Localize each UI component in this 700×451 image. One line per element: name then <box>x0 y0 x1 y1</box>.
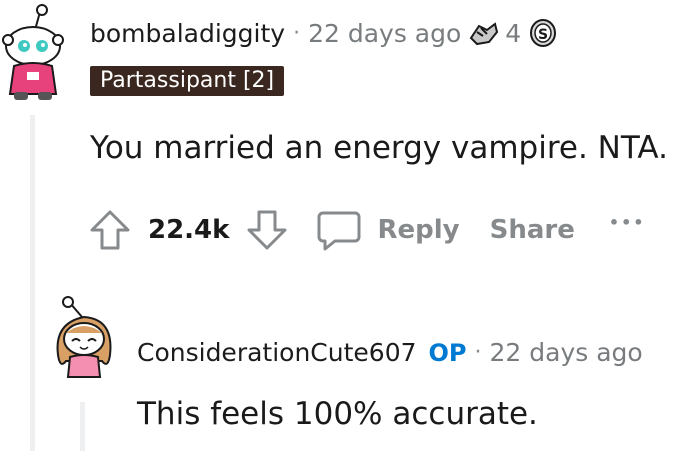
reply-timestamp[interactable]: 22 days ago <box>490 338 643 367</box>
svg-text:S: S <box>538 27 548 43</box>
more-options-button[interactable]: ••• <box>609 213 646 232</box>
silver-award-icon[interactable]: S <box>529 18 557 48</box>
thread-line-reply[interactable] <box>80 402 85 451</box>
thread-line-main[interactable] <box>30 115 35 451</box>
upvote-icon[interactable] <box>86 206 134 254</box>
share-button[interactable]: Share <box>490 215 575 245</box>
comment-thread: bombaladiggity · 22 days ago 4 S Partass… <box>0 0 700 451</box>
comment-meta: bombaladiggity · 22 days ago 4 S <box>90 18 557 48</box>
comment-body: You married an energy vampire. NTA. <box>90 130 668 166</box>
comment-username[interactable]: bombaladiggity <box>90 19 285 48</box>
snoo-avatar-icon <box>2 4 64 100</box>
reply-label: Reply <box>377 215 460 245</box>
award-icon[interactable] <box>467 18 501 48</box>
downvote-icon[interactable] <box>243 206 291 254</box>
separator-dot: · <box>474 340 482 365</box>
reply-body: This feels 100% accurate. <box>137 396 538 432</box>
snoo-girl-avatar-icon <box>56 296 112 378</box>
comment-actions: 22.4k Reply Share ••• <box>86 206 646 254</box>
vote-score: 22.4k <box>148 215 230 245</box>
separator-dot: · <box>293 20 301 46</box>
reply-avatar[interactable] <box>50 295 120 385</box>
comment-bubble-icon <box>317 211 361 251</box>
user-flair: Partassipant [2] <box>90 66 285 96</box>
reply-meta: ConsiderationCute607 OP · 22 days ago <box>137 338 643 367</box>
reply-button[interactable]: Reply <box>315 207 460 253</box>
reply-username[interactable]: ConsiderationCute607 <box>137 338 417 367</box>
award-count: 4 <box>505 18 522 48</box>
avatar[interactable] <box>0 2 70 102</box>
op-badge: OP <box>428 338 467 367</box>
comment-timestamp[interactable]: 22 days ago <box>308 19 461 48</box>
